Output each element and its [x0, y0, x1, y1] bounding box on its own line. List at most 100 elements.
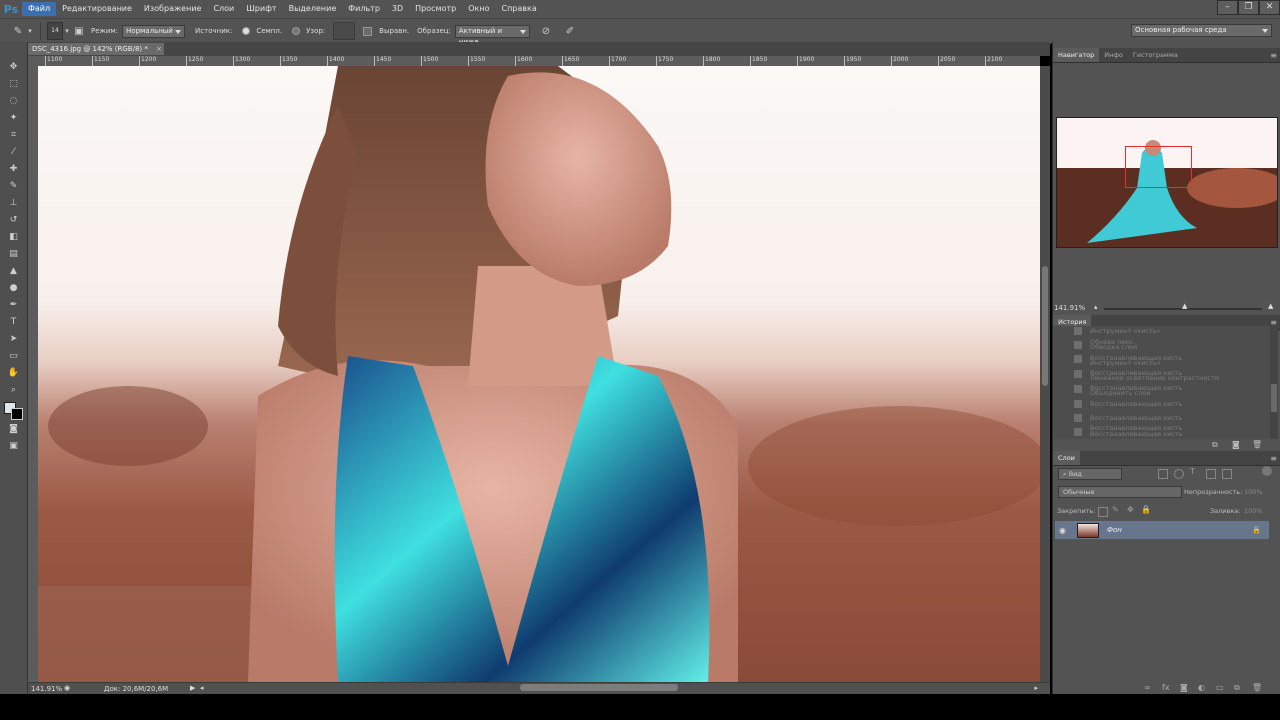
status-menu-icon[interactable]: ◉: [64, 684, 70, 692]
aligned-checkbox[interactable]: [363, 26, 373, 36]
history-scrollbar[interactable]: [1270, 326, 1278, 439]
tab-layers[interactable]: Слои: [1053, 451, 1080, 465]
zoom-in-icon[interactable]: ▲: [1268, 302, 1273, 310]
fill-value[interactable]: 100%: [1244, 507, 1263, 515]
menu-edit[interactable]: Редактирование: [56, 2, 138, 16]
scroll-left-icon[interactable]: ◂: [200, 684, 204, 692]
new-document-from-state-icon[interactable]: ⧉: [1212, 440, 1218, 450]
filter-toggle-icon[interactable]: [1262, 466, 1272, 476]
pen-tool-icon[interactable]: ✒: [0, 296, 27, 313]
link-layers-icon[interactable]: ∞: [1144, 683, 1151, 692]
close-tab-icon[interactable]: ×: [156, 45, 162, 53]
menu-view[interactable]: Просмотр: [409, 2, 462, 16]
zoom-slider-handle[interactable]: ▲: [1182, 302, 1187, 310]
history-item[interactable]: Восстанавливающая кисть: [1090, 430, 1260, 438]
history-item[interactable]: Обводка слоя: [1090, 343, 1260, 351]
pattern-picker[interactable]: [333, 22, 356, 40]
menu-image[interactable]: Изображение: [138, 2, 208, 16]
dodge-tool-icon[interactable]: ●: [0, 279, 27, 296]
sample-select[interactable]: Активный и ниже: [454, 24, 530, 46]
opacity-value[interactable]: 100%: [1244, 488, 1263, 496]
minimize-button[interactable]: –: [1217, 0, 1238, 15]
gradient-tool-icon[interactable]: ▤: [0, 245, 27, 262]
vertical-scroll-thumb[interactable]: [1042, 266, 1048, 386]
menu-type[interactable]: Шрифт: [240, 2, 282, 16]
layer-row[interactable]: ◉ Фон 🔒: [1055, 521, 1269, 539]
filter-adjustment-icon[interactable]: [1174, 469, 1184, 479]
lock-all-icon[interactable]: 🔒: [1141, 505, 1151, 514]
zoom-out-icon[interactable]: ▴: [1094, 303, 1098, 311]
menu-filter[interactable]: Фильтр: [342, 2, 386, 16]
layer-style-icon[interactable]: fx: [1162, 683, 1170, 692]
clone-stamp-tool-icon[interactable]: ⊥: [0, 194, 27, 211]
delete-layer-icon[interactable]: 🗑: [1252, 683, 1262, 692]
menu-help[interactable]: Справка: [495, 2, 542, 16]
lock-position-icon[interactable]: ✥: [1127, 505, 1134, 514]
sampled-radio[interactable]: [242, 27, 251, 35]
status-arrow-icon[interactable]: ▶: [190, 684, 195, 692]
layer-name[interactable]: Фон: [1107, 526, 1122, 534]
crop-tool-icon[interactable]: ⌗: [0, 126, 27, 143]
menu-file[interactable]: Файл: [22, 2, 57, 16]
brush-tool-icon[interactable]: ✎: [0, 177, 27, 194]
menu-layers[interactable]: Слои: [207, 2, 240, 16]
history-item[interactable]: Восстанавливающая кисть: [1090, 400, 1260, 408]
shape-tool-icon[interactable]: ▭: [0, 347, 27, 364]
panel-menu-icon[interactable]: ≡: [1270, 454, 1277, 463]
ignore-adjustment-layers-icon[interactable]: ⊘: [538, 23, 554, 39]
background-color-swatch[interactable]: [11, 408, 23, 420]
history-item[interactable]: Линейное осветление контрастности: [1090, 374, 1260, 382]
menu-3d[interactable]: 3D: [386, 2, 409, 16]
history-item[interactable]: Инструмент «кисть»: [1090, 359, 1260, 367]
new-layer-icon[interactable]: ⧉: [1234, 683, 1240, 693]
zoom-level[interactable]: 141.91%: [31, 685, 62, 693]
zoom-tool-icon[interactable]: ⌕: [0, 381, 27, 398]
eyedropper-tool-icon[interactable]: ⁄: [0, 143, 27, 160]
document-tab[interactable]: DSC_4316.jpg @ 142% (RGB/8) * ×: [28, 43, 164, 55]
navigator-zoom-value[interactable]: 141.91%: [1054, 304, 1085, 312]
trash-icon[interactable]: 🗑: [1252, 440, 1262, 449]
new-snapshot-icon[interactable]: ◙: [1232, 440, 1240, 449]
move-tool-icon[interactable]: ✥: [0, 58, 27, 75]
healing-brush-icon[interactable]: ✎: [10, 23, 26, 39]
eraser-tool-icon[interactable]: ◧: [0, 228, 27, 245]
history-item[interactable]: Инструмент «кисть»: [1090, 327, 1260, 335]
history-item[interactable]: Объединить слои: [1090, 389, 1260, 397]
tab-info[interactable]: Инфо: [1099, 48, 1128, 62]
chevron-down-icon[interactable]: ▾: [63, 23, 71, 39]
close-button[interactable]: ✕: [1259, 0, 1280, 15]
eye-icon[interactable]: ◉: [1059, 526, 1071, 535]
lock-icon[interactable]: 🔒: [1252, 526, 1261, 534]
marquee-tool-icon[interactable]: ⬚: [0, 75, 27, 92]
scroll-right-icon[interactable]: ▸: [1034, 684, 1038, 692]
menu-select[interactable]: Выделение: [283, 2, 343, 16]
history-scroll-thumb[interactable]: [1271, 384, 1277, 412]
quick-mask-icon[interactable]: ◙: [0, 420, 27, 437]
navigator-view-box[interactable]: [1125, 146, 1192, 188]
lasso-tool-icon[interactable]: ◌: [0, 92, 27, 109]
tab-navigator[interactable]: Навигатор: [1053, 48, 1100, 62]
filter-shape-icon[interactable]: [1206, 469, 1216, 479]
pattern-radio[interactable]: [292, 27, 301, 35]
horizontal-scroll-thumb[interactable]: [520, 684, 678, 691]
image-canvas[interactable]: [38, 66, 1040, 682]
add-mask-icon[interactable]: ◙: [1180, 683, 1188, 692]
filter-smart-object-icon[interactable]: [1222, 469, 1232, 479]
menu-window[interactable]: Окно: [462, 2, 495, 16]
history-brush-tool-icon[interactable]: ↺: [0, 211, 27, 228]
ruler-origin[interactable]: [28, 56, 38, 66]
adjustment-layer-icon[interactable]: ◐: [1198, 683, 1205, 692]
new-group-icon[interactable]: ▭: [1216, 683, 1224, 692]
panel-menu-icon[interactable]: ≡: [1270, 51, 1277, 60]
screen-mode-icon[interactable]: ▣: [0, 437, 27, 454]
color-swatches[interactable]: [0, 398, 27, 420]
chevron-down-icon[interactable]: ▾: [26, 23, 34, 39]
lock-image-icon[interactable]: ✎: [1112, 505, 1119, 514]
lock-transparent-icon[interactable]: [1098, 507, 1108, 517]
blur-tool-icon[interactable]: ▲: [0, 262, 27, 279]
clone-source-panel-icon[interactable]: ▣: [71, 23, 87, 39]
workspace-select[interactable]: Основная рабочая среда: [1131, 24, 1272, 37]
history-item[interactable]: Восстанавливающая кисть: [1090, 414, 1260, 422]
filter-pixel-icon[interactable]: [1158, 469, 1168, 479]
path-selection-tool-icon[interactable]: ➤: [0, 330, 27, 347]
